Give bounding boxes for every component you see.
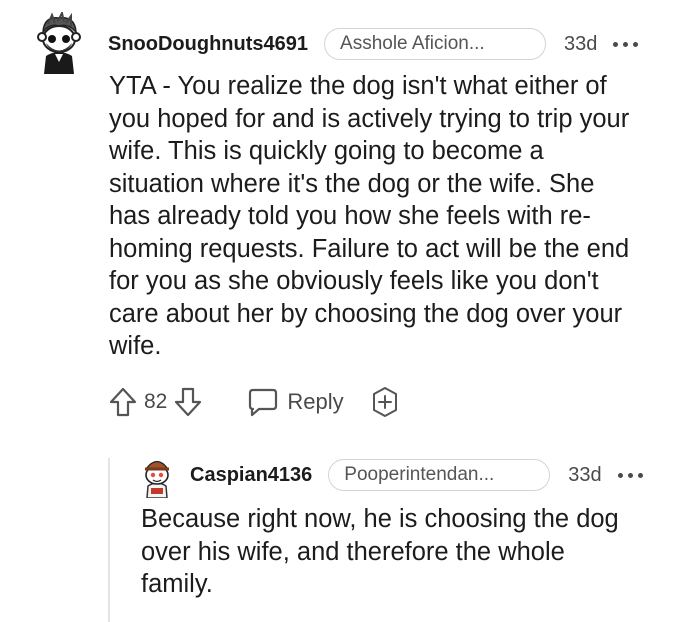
user-avatar[interactable] (34, 10, 84, 74)
snoo-avatar-icon (144, 460, 170, 499)
speech-bubble-icon[interactable] (247, 387, 279, 417)
upvote-arrow-icon[interactable] (108, 386, 138, 418)
snoo-avatar-icon (37, 10, 81, 74)
timestamp: 33d (568, 463, 602, 486)
username[interactable]: Caspian4136 (190, 464, 312, 487)
timestamp: 33d (564, 32, 598, 55)
comment-meta: SnooDoughnuts4691 Asshole Aficion... 33d (108, 26, 639, 62)
downvote-arrow-icon[interactable] (173, 386, 203, 418)
user-avatar[interactable] (140, 456, 174, 499)
more-dots-icon[interactable] (613, 41, 639, 47)
reply-comment: Caspian4136 Pooperintendan... 33d Becaus… (110, 448, 700, 622)
comment: SnooDoughnuts4691 Asshole Aficion... 33d… (0, 0, 700, 440)
comment-body: YTA - You realize the dog isn't what eit… (109, 72, 630, 360)
user-flair: Pooperintendan... (328, 459, 551, 491)
vote-count: 82 (144, 390, 168, 413)
user-flair: Asshole Aficion... (324, 28, 547, 60)
award-plus-icon[interactable] (368, 385, 402, 419)
username[interactable]: SnooDoughnuts4691 (108, 33, 308, 56)
comment-meta: Caspian4136 Pooperintendan... 33d (190, 457, 643, 493)
comment-body: Because right now, he is choosing the do… (141, 505, 619, 598)
comment-actions: 82 Reply (108, 384, 402, 420)
reply-button[interactable]: Reply (287, 389, 343, 415)
more-dots-icon[interactable] (617, 472, 643, 478)
